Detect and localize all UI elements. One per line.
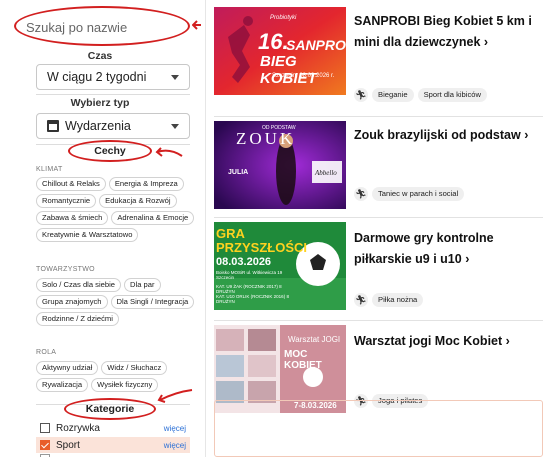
event-title: Zouk brazylijski od podstaw	[354, 128, 521, 142]
chevron-right-icon: ›	[483, 35, 489, 49]
group-label-klimat: KLIMAT	[36, 166, 63, 173]
time-filter-title: Czas	[87, 50, 113, 62]
event-tags: 🏃︎ Taniec w parach i social	[354, 187, 465, 201]
chip[interactable]: Wysiłek fizyczny	[91, 378, 159, 392]
thumb-text: Boisko MOSiR ul. Witkiewicza 19 Szczecin	[216, 270, 283, 280]
search-input[interactable]	[26, 16, 176, 38]
filters-sidebar: Czas W ciągu 2 tygodni Wybierz typ Wydar…	[0, 0, 201, 457]
event-title-link[interactable]: Warsztat jogi Moc Kobiet ›	[354, 331, 543, 352]
event-title-link[interactable]: Zouk brazylijski od podstaw ›	[354, 125, 543, 146]
category-row-sport[interactable]: Sport więcej	[36, 437, 190, 453]
thumb-text: MOC KOBIET	[284, 349, 322, 371]
event-title: Warsztat jogi Moc Kobiet	[354, 334, 503, 348]
thumb-text: GRA	[216, 226, 245, 241]
thumb-text: Warsztat JOGI	[288, 335, 341, 344]
thumb-text: Abbello	[315, 169, 337, 177]
calendar-icon	[47, 120, 59, 132]
column-divider	[205, 0, 206, 457]
tag: Bieganie	[372, 88, 414, 102]
category-label: Sport	[56, 439, 80, 451]
features-title-label: Cechy	[94, 145, 126, 157]
chips-klimat: Chillout & Relaks Energia & Impreza Roma…	[36, 177, 198, 242]
thumb-text: SANPROBI	[286, 37, 346, 53]
type-select-value: Wydarzenia	[65, 119, 131, 133]
chip[interactable]: Energia & Impreza	[108, 177, 184, 191]
checkbox-checked[interactable]	[40, 440, 50, 450]
event-title-link[interactable]: Darmowe gry kontrolne piłkarskie u9 i u1…	[354, 228, 543, 270]
chip[interactable]: Rywalizacja	[36, 378, 89, 392]
chip[interactable]: Adrenalina & Emocje	[111, 211, 195, 225]
chip[interactable]: Rodzinne / Z dziećmi	[36, 312, 119, 326]
event-card[interactable]	[214, 400, 543, 457]
tag: Sport dla kibiców	[417, 88, 487, 102]
chip[interactable]: Grupa znajomych	[36, 295, 108, 309]
chip[interactable]: Zabawa & śmiech	[36, 211, 109, 225]
thumb-text: 08.03.2026	[216, 256, 272, 268]
event-card[interactable]: GRA PRZYSZŁOŚCI 08.03.2026 Boisko MOSiR …	[214, 217, 543, 315]
thumb-text: KAT. U9 ŻAK (ROCZNIK 2017) 8 DRUŻYN	[216, 284, 282, 294]
search-box	[14, 6, 190, 46]
event-title-link[interactable]: SANPROBI Bieg Kobiet 5 km i mini dla dzi…	[354, 11, 543, 53]
event-thumbnail[interactable]: Probiotyki 16. SANPROBI BIEG KOBIET Szcz…	[214, 7, 346, 95]
thumb-text: Szczecin, 08.03.2026 r.	[272, 73, 335, 79]
event-title: SANPROBI Bieg Kobiet 5 km i mini dla dzi…	[354, 14, 532, 49]
chip[interactable]: Dla Singli / Integracja	[110, 295, 195, 309]
annotation-arrow-icon	[155, 147, 183, 157]
event-thumbnail[interactable]: GRA PRZYSZŁOŚCI 08.03.2026 Boisko MOSiR …	[214, 222, 346, 310]
divider	[36, 94, 190, 95]
event-card[interactable]: OD PODSTAW ZOUK JULIA Abbello Zouk brazy…	[214, 116, 543, 214]
running-person-icon: 🏃︎	[354, 293, 368, 307]
category-row-rozrywka[interactable]: Rozrywka więcej	[36, 420, 190, 436]
event-tags: 🏃︎ Bieganie Sport dla kibiców	[354, 88, 487, 102]
running-person-icon: 🏃︎	[354, 187, 368, 201]
thumb-text: PRZYSZŁOŚCI	[216, 240, 308, 255]
event-card[interactable]: Probiotyki 16. SANPROBI BIEG KOBIET Szcz…	[214, 3, 543, 102]
running-person-icon: 🏃︎	[354, 88, 368, 102]
thumb-text: JULIA	[228, 169, 249, 176]
chip[interactable]: Dla par	[124, 278, 161, 292]
chip[interactable]: Aktywny udział	[36, 361, 99, 375]
category-label: Rozrywka	[56, 422, 100, 434]
event-title: Darmowe gry kontrolne piłkarskie u9 i u1…	[354, 231, 494, 266]
chip[interactable]: Kreatywnie & Warsztatowo	[36, 228, 139, 242]
chevron-right-icon: ›	[524, 128, 529, 142]
chip[interactable]: Edukacja & Rozwój	[99, 194, 177, 208]
tag: Taniec w parach i social	[372, 187, 465, 201]
categories-title: Kategorie	[64, 398, 156, 420]
chip[interactable]: Widz / Słuchacz	[101, 361, 168, 375]
thumb-text: Probiotyki	[270, 15, 297, 21]
chevron-right-icon: ›	[505, 334, 510, 348]
event-thumbnail[interactable]: OD PODSTAW ZOUK JULIA Abbello	[214, 121, 346, 209]
thumb-text: 16.	[258, 29, 289, 54]
time-select[interactable]: W ciągu 2 tygodni	[36, 64, 190, 90]
type-filter-title: Wybierz typ	[70, 97, 130, 109]
chip[interactable]: Romantycznie	[36, 194, 97, 208]
chips-towarzystwo: Solo / Czas dla siebie Dla par Grupa zna…	[36, 278, 198, 326]
chip[interactable]: Solo / Czas dla siebie	[36, 278, 122, 292]
features-title: Cechy	[68, 140, 152, 162]
thumb-text: ZOUK	[236, 129, 296, 148]
categories-title-label: Kategorie	[85, 403, 135, 415]
event-tags: 🏃︎ Piłka nożna	[354, 293, 424, 307]
time-select-value: W ciągu 2 tygodni	[47, 70, 147, 84]
thumb-text: BIEG KOBIET	[260, 53, 317, 87]
annotation-arrow-icon	[157, 389, 193, 403]
more-link[interactable]: więcej	[164, 424, 186, 433]
chevron-right-icon: ›	[465, 252, 470, 266]
chip[interactable]: Chillout & Relaks	[36, 177, 106, 191]
chevron-down-icon	[171, 124, 179, 129]
annotation-arrow-icon	[192, 20, 201, 30]
type-select[interactable]: Wydarzenia	[36, 113, 190, 139]
tag: Piłka nożna	[372, 293, 424, 307]
chevron-down-icon	[171, 75, 179, 80]
group-label-rola: ROLA	[36, 349, 57, 356]
more-link[interactable]: więcej	[164, 441, 186, 450]
group-label-towarzystwo: TOWARZYSTWO	[36, 266, 95, 273]
thumb-text: KAT. U10 ORLIK (ROCZNIK 2016) 8 DRUŻYN	[216, 294, 289, 304]
checkbox[interactable]	[40, 423, 50, 433]
